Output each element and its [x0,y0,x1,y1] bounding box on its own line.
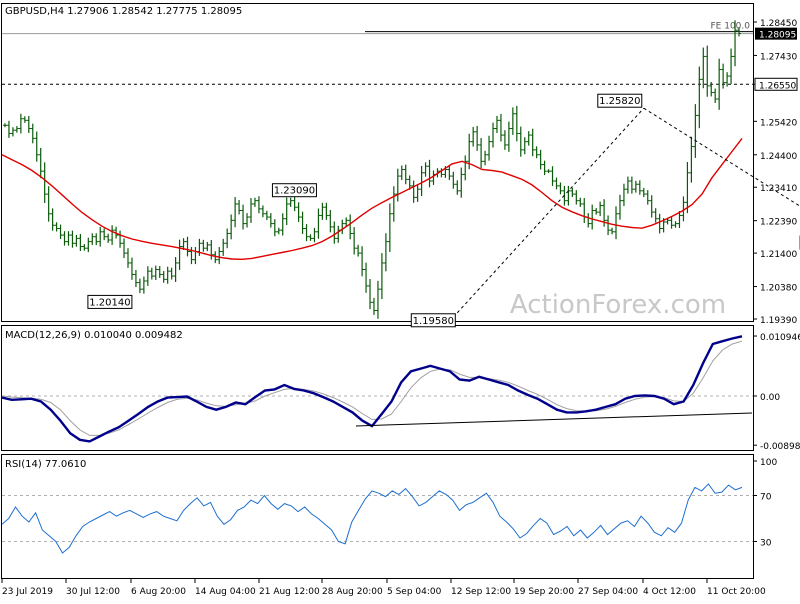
macd-tick-label: 0.010946 [760,333,800,343]
price-axis: 1.28450 1.27430 1.26550 1.25420 1.24400 1.234… [753,19,797,326]
time-tick-label: 23 Jul 2019 [2,587,53,597]
macd-support-line [355,412,753,427]
chart-title: GBPUSD,H4 1.27906 1.28542 1.27775 1.2809… [5,6,242,17]
time-axis: 23 Jul 2019 30 Jul 12:00 6 Aug 20:00 14 Aug… [1,579,766,597]
swing-label: 1.20140 [89,297,130,308]
swing-label: 1.25820 [599,96,640,107]
time-tick-label: 4 Oct 12:00 [643,587,696,597]
price-tick-label: 1.24400 [760,152,797,162]
macd-axis: 0.010946 0.00 -0.008987 [2,333,800,452]
price-panel-frame [1,3,754,322]
time-tick-label: 6 Aug 20:00 [131,587,186,597]
price-tick-label: 1.21400 [760,250,797,260]
rsi-axis: 100 70 30 [2,458,777,549]
time-tick-label: 11 Oct 20:00 [707,587,766,597]
rsi-tick-label: 70 [760,493,772,503]
price-tick-label: 1.19390 [760,316,797,326]
time-tick-label: 12 Sep 12:00 [451,587,511,597]
rsi-line [1,483,743,554]
time-tick-label: 21 Aug 12:00 [259,587,320,597]
price-tick-label: 1.22390 [760,218,797,228]
time-tick-label: 30 Jul 12:00 [66,587,120,597]
current-price-label: 1.28095 [759,31,796,41]
price-tick-label: 1.23410 [760,184,797,194]
price-tick-label: 1.25420 [760,118,797,128]
macd-tick-label: -0.008987 [760,442,800,452]
gbpusd-chart: ActionForex.com 1.284501.274301.265501.2… [1,3,800,597]
swing-label: 1.23090 [274,186,315,197]
price-levels: FE 100.0 1.26550 1.28095 [2,22,798,91]
rsi-tick-label: 100 [760,458,777,468]
rsi-tick-label: 30 [760,539,772,549]
swing-label: 1.19580 [413,316,454,327]
price-tick-label: 1.27430 [760,52,797,62]
time-tick-label: 28 Aug 20:00 [322,587,383,597]
level-price-label: 1.26550 [759,81,796,91]
macd-signal-line [1,340,743,436]
fibonacci-extension-label: FE 100.0 [711,22,751,32]
rsi-label: RSI(14) 77.0610 [5,459,86,470]
moving-average-line [1,137,743,261]
chart-root: ActionForex.com 1.284501.274301.265501.2… [0,0,800,600]
price-tick-label: 1.28450 [760,19,797,29]
price-tick-label: 1.20380 [760,284,797,294]
macd-label: MACD(12,26,9) 0.010040 0.009482 [5,330,183,341]
time-tick-label: 27 Sep 04:00 [578,587,638,597]
time-tick-label: 14 Aug 04:00 [195,587,256,597]
time-tick-label: 19 Sep 20:00 [514,587,574,597]
watermark: ActionForex.com [510,290,726,320]
price-bars [3,20,741,319]
time-tick-label: 5 Sep 04:00 [387,587,442,597]
macd-tick-label: 0.00 [760,393,780,403]
